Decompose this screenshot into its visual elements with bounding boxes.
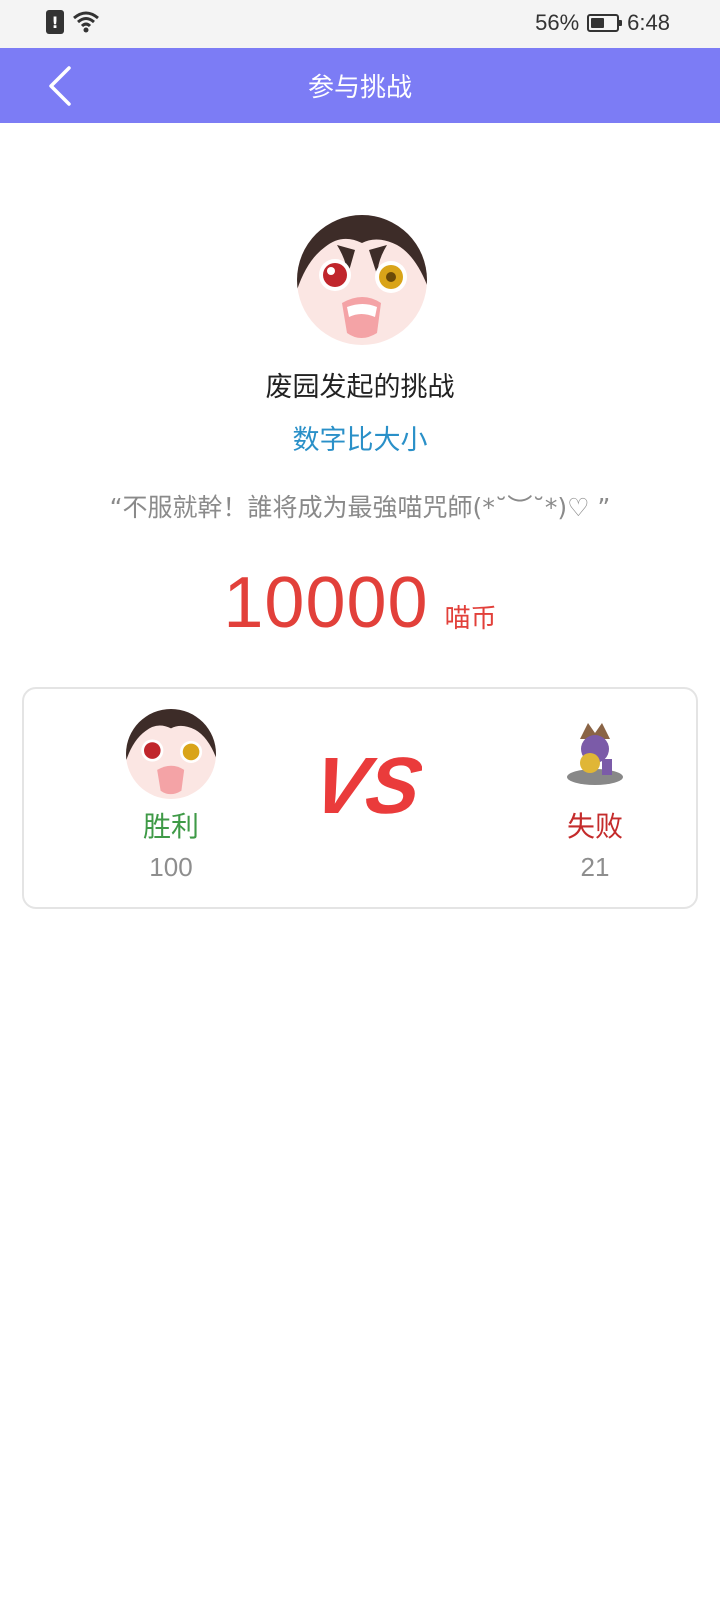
app-header: 参与挑战 bbox=[0, 48, 720, 123]
wager-amount: 10000 bbox=[223, 563, 429, 643]
status-left: ! bbox=[46, 10, 100, 34]
clock: 6:48 bbox=[627, 10, 670, 35]
battery-icon bbox=[587, 14, 623, 32]
anime-girl-avatar-image bbox=[297, 215, 427, 345]
back-button[interactable] bbox=[30, 56, 90, 116]
battery-fill bbox=[591, 18, 605, 28]
battery-percent: 56% bbox=[535, 10, 580, 35]
battle-card: 胜利 100 VS 失败 21 bbox=[22, 687, 698, 909]
player-left-result: 胜利 bbox=[142, 810, 199, 843]
wifi-icon bbox=[73, 11, 99, 33]
game-name: 数字比大小 bbox=[292, 425, 428, 456]
challenge-quote: “不服就幹！誰将成为最強喵咒師(*˘︶˘*)♡ ” bbox=[109, 493, 611, 522]
player-left-avatar bbox=[126, 709, 216, 799]
player-right-avatar bbox=[550, 709, 640, 799]
player-left-score: 100 bbox=[149, 852, 193, 882]
wager-unit: 喵币 bbox=[444, 604, 497, 634]
creator-line: 废园发起的挑战 bbox=[265, 372, 455, 403]
anime-girl-avatar-image bbox=[126, 709, 216, 799]
status-right: 56% 6:48 bbox=[535, 10, 670, 36]
vs-label: VS bbox=[306, 742, 422, 831]
player-left: 胜利 100 bbox=[96, 709, 246, 885]
player-right: 失败 21 bbox=[520, 709, 670, 885]
page-title: 参与挑战 bbox=[307, 73, 412, 103]
wizard-cat-avatar-image bbox=[550, 709, 640, 799]
sim-alert-icon: ! bbox=[46, 10, 64, 34]
status-bar: ! 56% 6:48 bbox=[0, 0, 720, 48]
wager: 10000 喵币 bbox=[0, 562, 720, 644]
player-right-score: 21 bbox=[580, 852, 610, 882]
player-right-result: 失败 bbox=[566, 810, 623, 843]
chevron-left-icon bbox=[49, 66, 71, 106]
vs-mark: VS bbox=[306, 742, 422, 831]
creator-avatar bbox=[297, 215, 427, 345]
